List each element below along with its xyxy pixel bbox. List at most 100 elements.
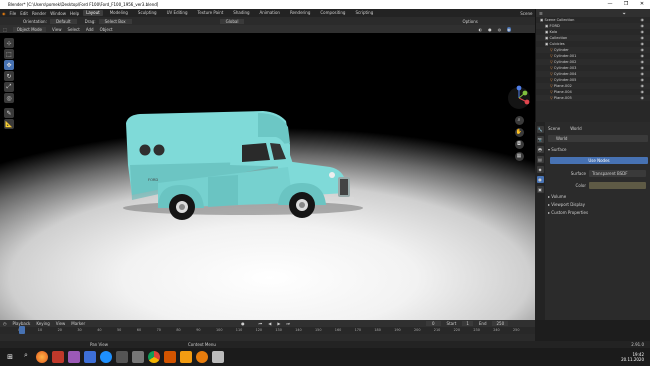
viewport-display-panel-header[interactable]: ▸ Viewport Display [548,202,585,207]
search-icon[interactable]: ⌕ [20,351,32,363]
jump-start-icon[interactable]: ⏮ [259,321,263,326]
select-box-icon[interactable]: ⬚ [4,49,14,59]
menu-render[interactable]: Render [32,11,46,16]
playhead[interactable] [19,326,25,334]
jump-end-icon[interactable]: ⏭ [286,321,290,326]
tab-rendering[interactable]: Rendering [287,10,313,16]
clock[interactable]: 19:42 20.11.2020 [621,352,644,362]
pan-hand-icon[interactable]: ✋ [514,128,524,137]
tab-uv-editing[interactable]: UV Editing [164,10,191,16]
output-tab-icon[interactable]: 🖶 [536,146,544,153]
record-icon[interactable]: ● [241,321,245,326]
menu-help[interactable]: Help [70,11,79,16]
play-icon[interactable]: ▶ [277,321,280,326]
save-disk-icon[interactable] [84,351,96,363]
3d-viewport[interactable]: FORD ⌕ ✋ ◘ ▦ [0,33,535,320]
app-icon-7[interactable] [212,351,224,363]
minimize-button[interactable]: — [602,0,618,9]
blender-logo-icon[interactable]: ◉ [2,11,6,16]
move-icon[interactable]: ✥ [4,60,14,70]
zoom-icon[interactable]: ⌕ [514,116,524,125]
cursor-icon[interactable]: ⊹ [4,38,14,48]
options-dropdown[interactable]: Options [462,19,477,24]
camera-view-icon[interactable]: ◘ [514,140,524,149]
tab-shading[interactable]: Shading [230,10,252,16]
tool-tab-icon[interactable]: 🔧 [536,126,544,133]
left-toolbar: ⊹ ⬚ ✥ ↻ ⤢ ◎ ✎ 📐 [4,38,14,129]
color-swatch[interactable] [589,182,646,189]
app-icon-2[interactable] [68,351,80,363]
tab-world[interactable]: World [570,126,581,131]
windows-start-icon[interactable]: ⊞ [4,351,16,363]
frame-ruler[interactable]: 0102030405060708090100110120130140150160… [0,327,535,334]
perspective-grid-icon[interactable]: ▦ [514,152,524,161]
rotate-icon[interactable]: ↻ [4,71,14,81]
menu-window[interactable]: Window [50,11,66,16]
tab-compositing[interactable]: Compositing [317,10,348,16]
menu-marker[interactable]: Marker [71,321,85,326]
menu-view-timeline[interactable]: View [56,321,66,326]
use-nodes-button[interactable]: Use Nodes [550,157,648,164]
outliner-filter-icon[interactable]: ⏷ [623,11,626,16]
tab-scene[interactable]: Scene [548,126,560,131]
object-tab-icon[interactable]: ▣ [536,186,544,193]
outliner-editor-icon[interactable]: ☰ [539,11,543,16]
pivot-dropdown[interactable]: Global [219,18,245,24]
maximize-button[interactable]: ❐ [618,0,634,9]
blender-taskbar-icon[interactable] [196,351,208,363]
chrome-icon[interactable] [148,351,160,363]
scale-icon[interactable]: ⤢ [4,82,14,92]
transform-icon[interactable]: ◎ [4,93,14,103]
view-layer-tab-icon[interactable]: ▤ [536,156,544,163]
navigation-gizmo[interactable]: ⌕ ✋ ◘ ▦ [505,83,533,183]
annotate-icon[interactable]: ✎ [4,108,14,118]
editor-type-icon[interactable]: ⬚ [3,27,7,32]
surface-shader-dropdown[interactable]: Transparent BSDF [589,170,646,177]
app-icon-4[interactable] [132,351,144,363]
menu-select[interactable]: Select [67,27,79,32]
edge-icon[interactable] [100,351,112,363]
start-frame-field[interactable]: 1 [462,321,473,326]
custom-properties-panel-header[interactable]: ▸ Custom Properties [548,210,588,215]
measure-icon[interactable]: 📐 [4,119,14,129]
scene-tab-icon[interactable]: ◆ [536,166,544,173]
outliner-row[interactable]: ▽ Plane.005 ◉ [536,95,650,101]
scene-selector[interactable]: Scene [520,11,532,16]
menu-file[interactable]: File [10,11,17,16]
app-icon-5[interactable] [164,351,176,363]
world-tab-icon[interactable]: ● [536,176,544,183]
menu-view[interactable]: View [52,27,62,32]
overlays-button[interactable]: ◐ [479,27,483,32]
tab-scripting[interactable]: Scripting [352,10,376,16]
orientation-dropdown[interactable]: Default [49,18,77,24]
menu-keying[interactable]: Keying [36,321,49,326]
app-icon-6[interactable] [180,351,192,363]
visibility-eye-icon[interactable]: ◉ [641,95,645,101]
tab-sculpting[interactable]: Sculpting [135,10,160,16]
close-button[interactable]: ✕ [634,0,650,9]
world-name-field[interactable]: World [548,135,648,142]
tab-modeling[interactable]: Modeling [107,10,131,16]
menu-object[interactable]: Object [100,27,113,32]
drag-dropdown[interactable]: Select Box [98,18,132,24]
app-icon-3[interactable] [116,351,128,363]
surface-panel-header[interactable]: ▾ Surface [548,147,567,152]
menu-edit[interactable]: Edit [20,11,28,16]
volume-panel-header[interactable]: ▸ Volume [548,194,566,199]
truck-model[interactable]: FORD [118,105,368,220]
timeline-editor-icon[interactable]: ◷ [3,321,7,326]
play-reverse-icon[interactable]: ◀ [268,321,271,326]
shading-material-icon[interactable]: ◍ [498,27,502,32]
tab-animation[interactable]: Animation [257,10,283,16]
end-frame-field[interactable]: 250 [492,321,509,326]
tab-texture-paint[interactable]: Texture Paint [194,10,226,16]
tab-layout[interactable]: Layout [83,10,103,16]
shading-rendered-icon[interactable]: ◉ [507,26,511,32]
render-tab-icon[interactable]: 📷 [536,136,544,143]
current-frame-field[interactable]: 0 [426,321,441,326]
mode-dropdown[interactable]: Object Mode [12,26,46,32]
firefox-icon[interactable] [36,351,48,363]
app-icon-1[interactable] [52,351,64,363]
shading-solid-icon[interactable]: ● [488,27,492,32]
menu-add[interactable]: Add [86,27,94,32]
